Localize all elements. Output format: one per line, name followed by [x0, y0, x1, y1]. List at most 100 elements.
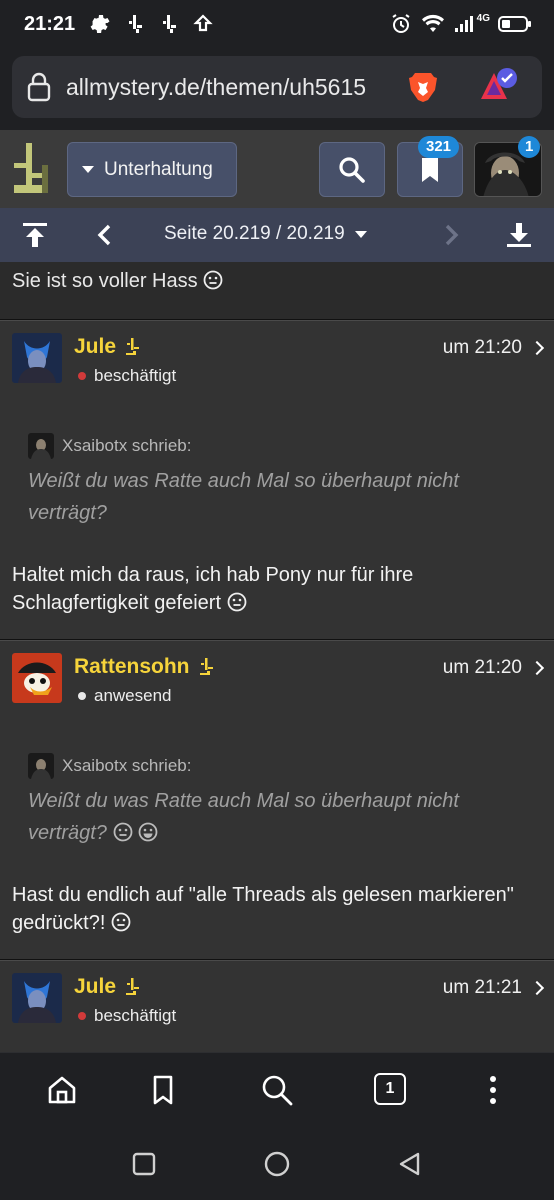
quote-author[interactable]: Xsaibotx schrieb:: [62, 436, 191, 456]
chevron-right-icon: [529, 980, 545, 996]
lock-icon[interactable]: [26, 72, 52, 102]
post-time-link[interactable]: um 21:21: [443, 977, 545, 999]
wifi-icon: [421, 14, 444, 32]
bookmark-icon[interactable]: [146, 1073, 180, 1107]
recent-apps-icon[interactable]: [130, 1150, 158, 1178]
grin-smiley-icon: [138, 822, 158, 842]
post-item: Rattensohn anwesend um 21:20 Xsaibotx sc…: [0, 640, 554, 960]
status-dot: [78, 1012, 86, 1020]
quote-avatar: [28, 433, 54, 459]
page-label: Seite 20.219 / 20.219: [164, 223, 345, 244]
chevron-right-icon: [529, 660, 545, 676]
status-time: 21:21: [24, 12, 76, 35]
browser-bottom-bar: 1: [0, 1052, 554, 1128]
site-header: Unterhaltung 321 1: [0, 130, 554, 208]
post-text-content: Hast du endlich auf "alle Threads als ge…: [12, 884, 514, 934]
bookmark-count-badge: 321: [418, 136, 460, 158]
post-feed: Sie ist so voller Hass Jule beschäftigt …: [0, 262, 554, 1052]
allmystery-logo[interactable]: [14, 143, 52, 195]
brave-shields-icon[interactable]: [406, 70, 440, 104]
post-text: Sie ist so voller Hass: [12, 270, 198, 292]
quote-block: Xsaibotx schrieb: Weißt du was Ratte auc…: [12, 401, 542, 529]
post-time-link[interactable]: um 21:20: [443, 657, 545, 679]
quote-text-content: Weißt du was Ratte auch Mal so überhaupt…: [28, 790, 459, 844]
upload-arrow-icon: [193, 14, 213, 32]
search-icon: [339, 156, 365, 183]
post-username[interactable]: Jule: [74, 975, 142, 999]
settings-gear-icon: [90, 15, 110, 33]
user-avatar[interactable]: [12, 973, 62, 1023]
user-avatar[interactable]: [12, 333, 62, 383]
post-text-content: Haltet mich da raus, ich hab Pony nur fü…: [12, 564, 414, 614]
brave-rewards-icon[interactable]: [478, 67, 518, 107]
post-time[interactable]: um 21:21: [443, 977, 522, 999]
home-circle-icon[interactable]: [263, 1150, 291, 1178]
caret-down-icon: [354, 230, 367, 238]
address-bar[interactable]: allmystery.de/themen/uh5615: [12, 56, 542, 118]
post-header: Jule beschäftigt um 21:21: [0, 961, 554, 1052]
more-menu-icon[interactable]: [476, 1073, 510, 1107]
post-username[interactable]: Rattensohn: [74, 655, 216, 679]
page-selector[interactable]: Seite 20.219 / 20.219: [164, 223, 367, 245]
allmystery-notification-icon-2: [163, 15, 177, 33]
tabs-button[interactable]: 1: [374, 1073, 406, 1105]
previous-post-tail: Sie ist so voller Hass: [0, 262, 554, 320]
jump-to-bottom-icon[interactable]: [504, 220, 534, 250]
bookmark-icon: [422, 157, 438, 182]
search-button[interactable]: [319, 142, 385, 197]
post-header: Jule beschäftigt um 21:20: [0, 321, 554, 401]
post-username[interactable]: Jule: [74, 335, 142, 359]
signal-icon: [454, 16, 473, 32]
search-icon[interactable]: [260, 1073, 294, 1107]
quote-block: Xsaibotx schrieb: Weißt du was Ratte auc…: [12, 721, 542, 849]
username-text[interactable]: Jule: [74, 335, 116, 359]
username-text[interactable]: Rattensohn: [74, 655, 190, 679]
status-bar: 21:21 4G: [0, 0, 554, 48]
pagination-bar: Seite 20.219 / 20.219: [0, 208, 554, 262]
post-time-link[interactable]: um 21:20: [443, 337, 545, 359]
quote-text: Weißt du was Ratte auch Mal so überhaupt…: [28, 785, 526, 849]
category-dropdown[interactable]: Unterhaltung: [67, 142, 237, 197]
post-body: Xsaibotx schrieb: Weißt du was Ratte auc…: [0, 401, 554, 639]
category-label: Unterhaltung: [104, 158, 213, 180]
neutral-smiley-icon: [111, 912, 131, 932]
next-page-icon: [445, 224, 459, 246]
post-item: Jule beschäftigt um 21:21: [0, 960, 554, 1052]
chevron-right-icon: [529, 340, 545, 356]
post-body: Xsaibotx schrieb: Weißt du was Ratte auc…: [0, 721, 554, 959]
caret-down-icon: [82, 166, 94, 173]
url-text[interactable]: allmystery.de/themen/uh5615: [66, 74, 396, 101]
status-dot: [78, 692, 86, 700]
jump-to-top-icon[interactable]: [20, 220, 50, 250]
back-triangle-icon[interactable]: [396, 1150, 424, 1178]
neutral-smiley-icon: [227, 592, 246, 612]
status-text: beschäftigt: [94, 1006, 177, 1025]
user-status: anwesend: [78, 686, 172, 706]
username-text[interactable]: Jule: [74, 975, 116, 999]
status-text: beschäftigt: [94, 366, 177, 385]
allmystery-user-icon: [199, 658, 213, 675]
allmystery-notification-icon: [129, 15, 143, 33]
status-dot: [78, 372, 86, 380]
neutral-smiley-icon: [113, 822, 132, 842]
allmystery-user-icon: [126, 338, 140, 355]
user-status: beschäftigt: [78, 366, 176, 386]
post-item: Jule beschäftigt um 21:20 Xsaibotx schri…: [0, 320, 554, 640]
alarm-icon: [392, 14, 410, 33]
post-time[interactable]: um 21:20: [443, 657, 522, 679]
post-text: Hast du endlich auf "alle Threads als ge…: [12, 849, 542, 959]
user-status: beschäftigt: [78, 1006, 176, 1026]
quote-avatar: [28, 753, 54, 779]
post-text: Haltet mich da raus, ich hab Pony nur fü…: [12, 529, 542, 639]
system-navigation-bar: [0, 1128, 554, 1200]
tab-count: 1: [385, 1080, 395, 1097]
quote-text: Weißt du was Ratte auch Mal so überhaupt…: [28, 470, 459, 524]
quote-author[interactable]: Xsaibotx schrieb:: [62, 756, 191, 776]
previous-page-icon[interactable]: [90, 220, 120, 250]
browser-toolbar: allmystery.de/themen/uh5615: [0, 48, 554, 130]
allmystery-user-icon: [126, 978, 140, 995]
neutral-smiley-icon: [203, 270, 223, 290]
post-time[interactable]: um 21:20: [443, 337, 522, 359]
home-icon[interactable]: [45, 1073, 79, 1107]
user-avatar[interactable]: [12, 653, 62, 703]
